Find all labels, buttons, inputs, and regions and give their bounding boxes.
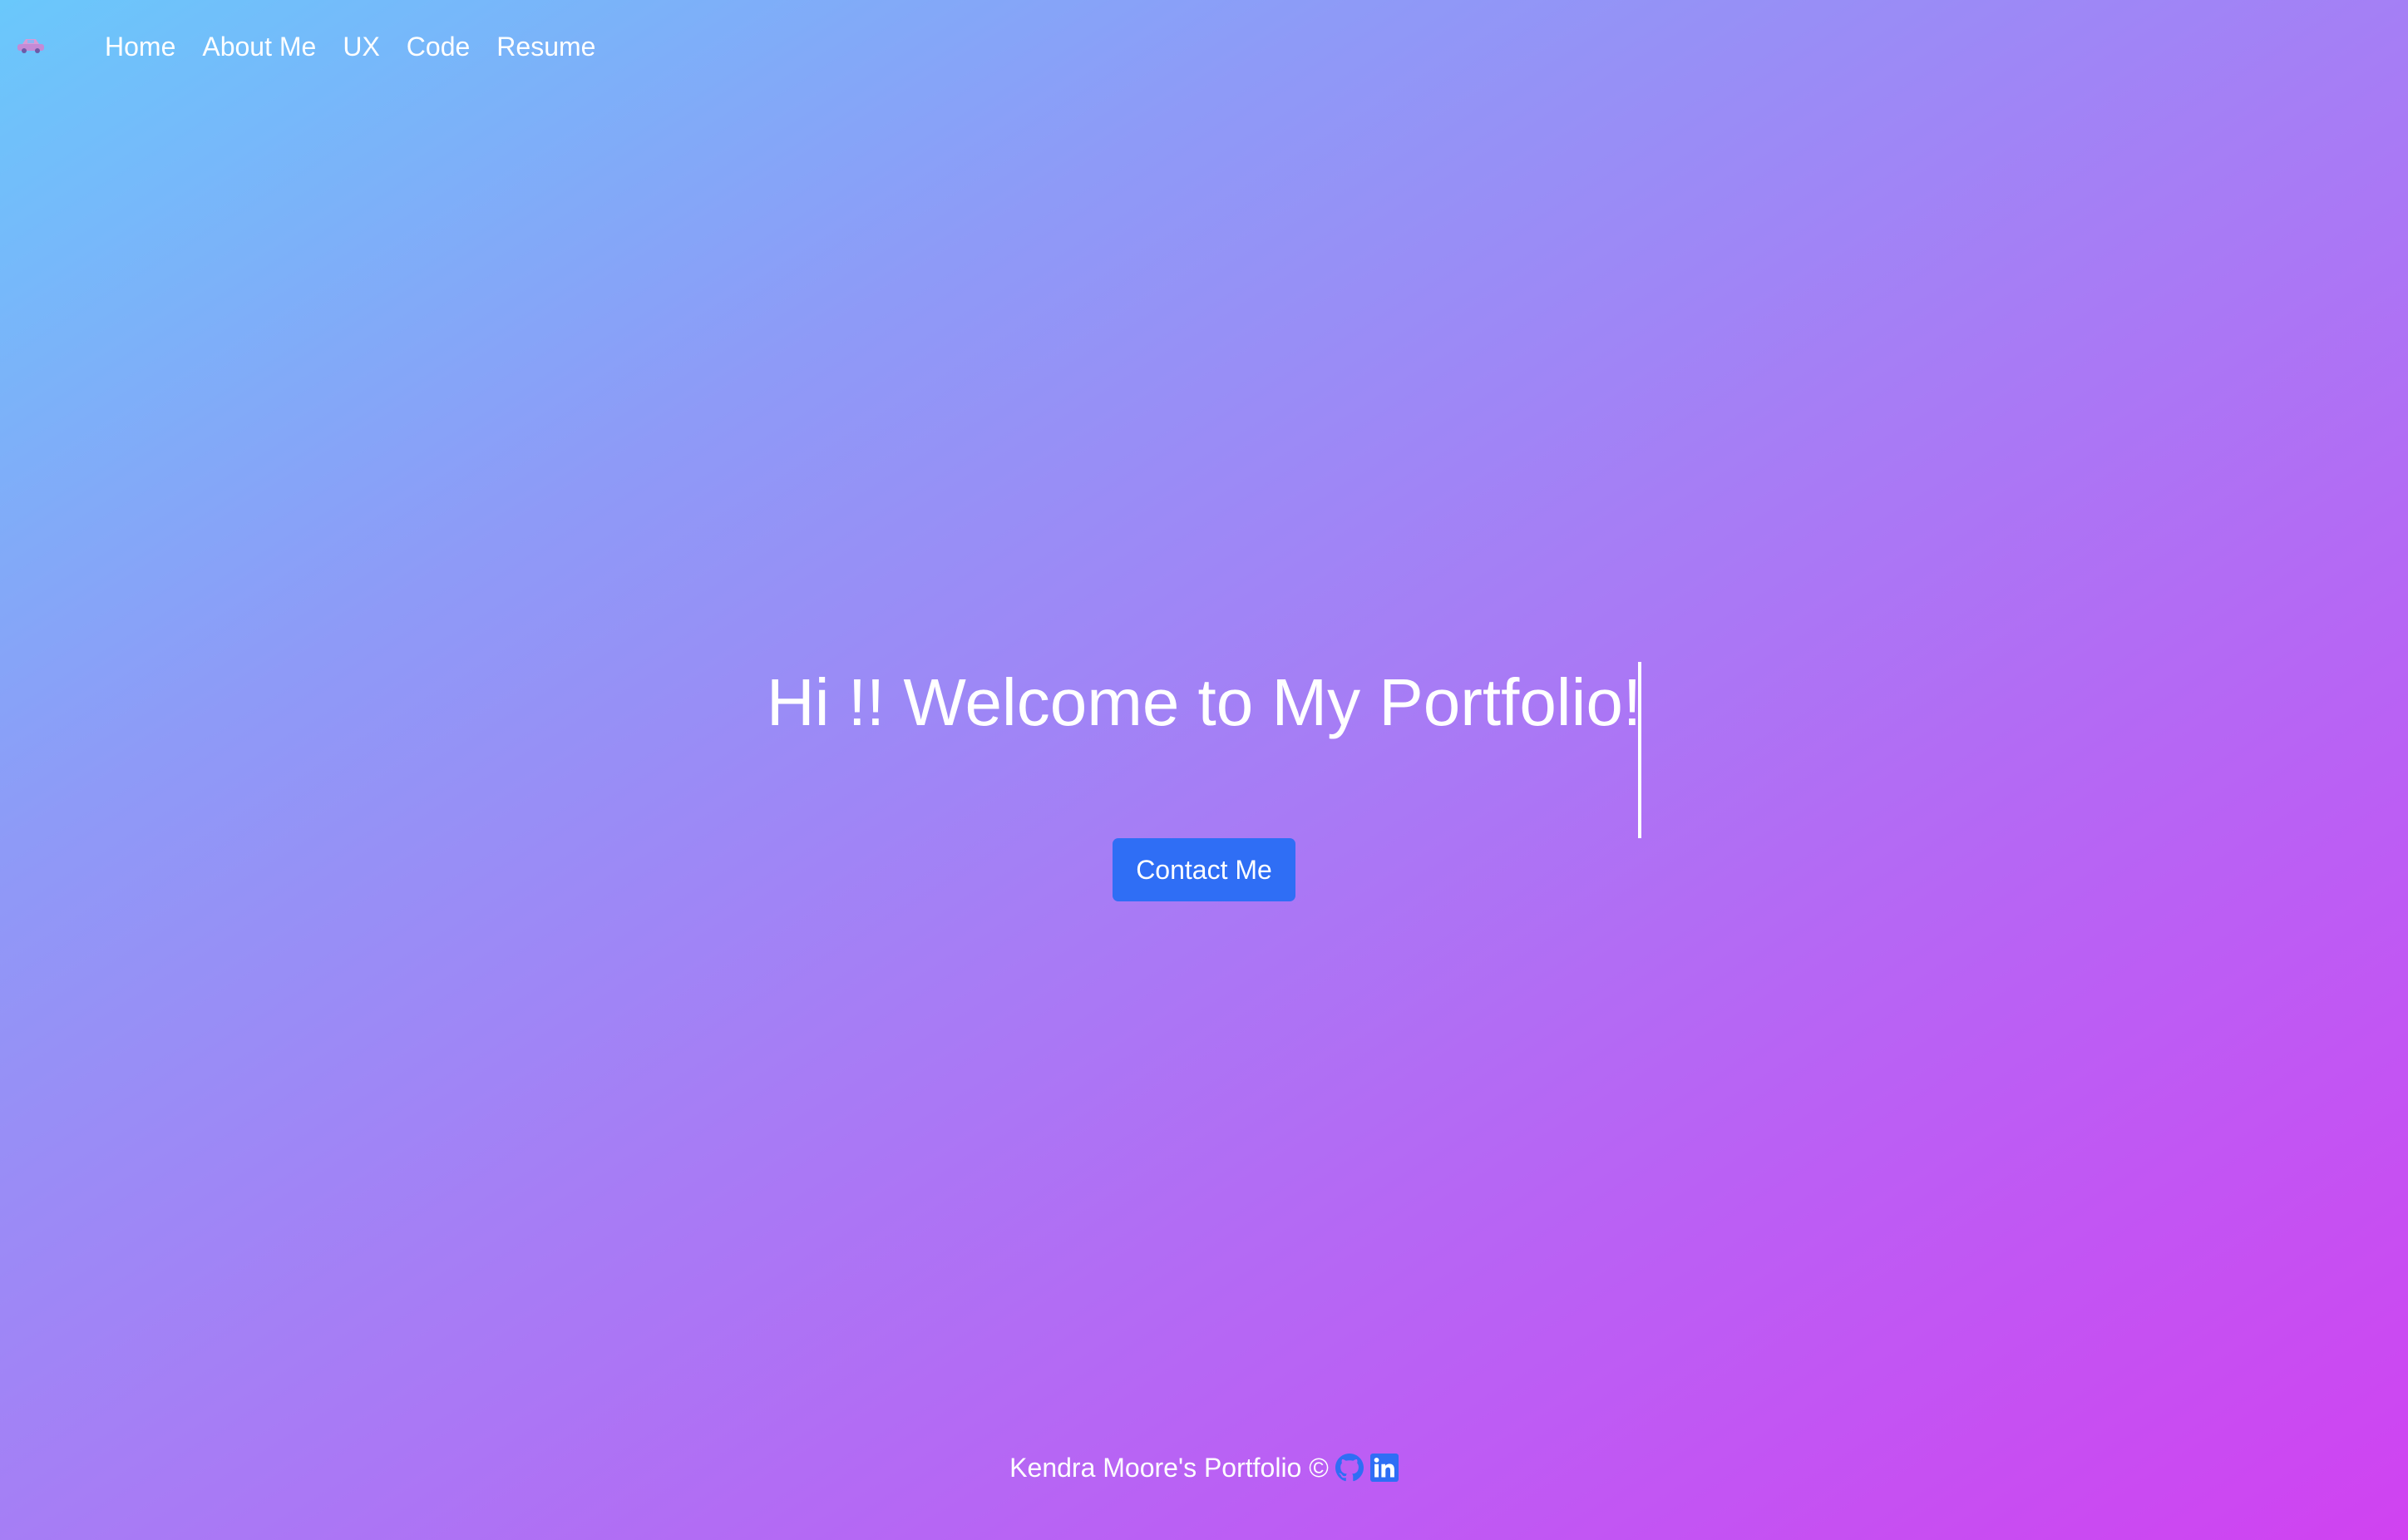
typing-cursor xyxy=(1638,662,1641,838)
nav-link-resume[interactable]: Resume xyxy=(496,32,595,62)
nav-links: Home About Me UX Code Resume xyxy=(105,0,595,93)
github-icon[interactable] xyxy=(1335,1454,1364,1482)
navbar: Home About Me UX Code Resume xyxy=(0,0,2408,93)
footer-copyright: Kendra Moore's Portfolio © xyxy=(1009,1452,1329,1483)
nav-link-ux[interactable]: UX xyxy=(343,32,379,62)
car-logo-icon[interactable] xyxy=(15,37,47,55)
footer: Kendra Moore's Portfolio © xyxy=(0,1447,2408,1488)
nav-link-home[interactable]: Home xyxy=(105,32,175,62)
contact-me-button[interactable]: Contact Me xyxy=(1113,838,1295,901)
hero-title: Hi !! Welcome to My Portfolio! xyxy=(766,665,1642,739)
nav-link-code[interactable]: Code xyxy=(407,32,471,62)
linkedin-icon[interactable] xyxy=(1369,1454,1399,1482)
nav-link-about-me[interactable]: About Me xyxy=(202,32,316,62)
